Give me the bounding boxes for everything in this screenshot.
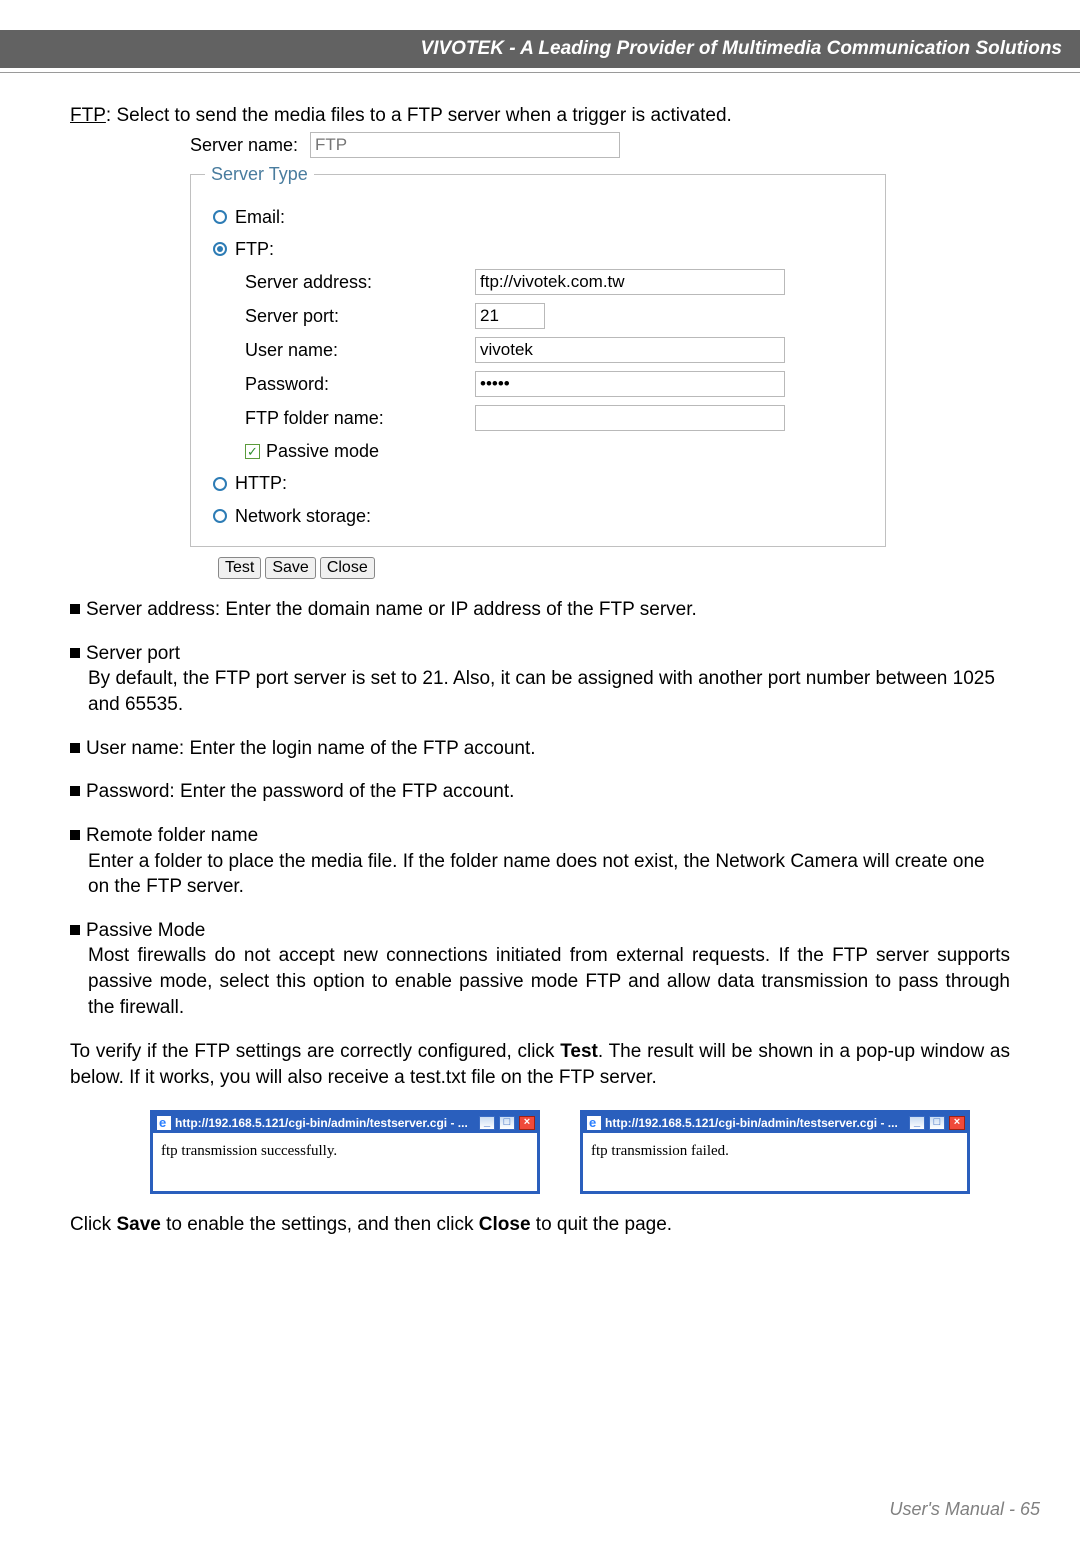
closing-paragraph: Click Save to enable the settings, and t… <box>70 1212 1010 1238</box>
radio-http[interactable] <box>213 477 227 491</box>
ie-favicon-icon <box>157 1116 171 1130</box>
user-name-label: User name: <box>245 338 475 362</box>
bullet-remote-folder: Remote folder name Enter a folder to pla… <box>70 823 1010 900</box>
radio-ftp[interactable] <box>213 242 227 256</box>
bullet-passive-body: Most firewalls do not accept new connect… <box>88 943 1010 1020</box>
radio-http-row[interactable]: HTTP: <box>213 471 875 495</box>
close-icon[interactable]: × <box>949 1116 965 1130</box>
popup-success-titlebar: http://192.168.5.121/cgi-bin/admin/tests… <box>153 1113 537 1133</box>
close-icon[interactable]: × <box>519 1116 535 1130</box>
server-type-fieldset: Server Type Email: FTP: Server address: <box>190 162 886 547</box>
save-button[interactable]: Save <box>265 557 315 579</box>
test-button[interactable]: Test <box>218 557 261 579</box>
bullet-icon <box>70 786 80 796</box>
radio-email-row[interactable]: Email: <box>213 205 875 229</box>
radio-http-label: HTTP: <box>235 471 287 495</box>
radio-netstorage[interactable] <box>213 509 227 523</box>
closing-pre: Click <box>70 1214 116 1235</box>
ftp-intro-text: : Select to send the media files to a FT… <box>106 105 732 126</box>
ftp-folder-label: FTP folder name: <box>245 406 475 430</box>
radio-email-label: Email: <box>235 205 285 229</box>
popup-failed: http://192.168.5.121/cgi-bin/admin/tests… <box>580 1110 970 1194</box>
bullet-server-address-text: Server address: Enter the domain name or… <box>86 599 697 620</box>
closing-save-bold: Save <box>116 1214 160 1235</box>
passive-mode-label: Passive mode <box>266 439 379 463</box>
header-rule <box>0 72 1080 73</box>
popup-failed-body: ftp transmission failed. <box>583 1133 967 1191</box>
bullet-icon <box>70 830 80 840</box>
ie-favicon-icon <box>587 1116 601 1130</box>
passive-mode-checkbox[interactable] <box>245 444 260 459</box>
bullet-remote-folder-head: Remote folder name <box>86 825 258 846</box>
bullet-icon <box>70 648 80 658</box>
ftp-folder-input[interactable] <box>475 405 785 431</box>
bullet-icon <box>70 604 80 614</box>
closing-close-bold: Close <box>479 1214 531 1235</box>
ftp-intro: FTP: Select to send the media files to a… <box>70 103 1010 129</box>
radio-netstorage-label: Network storage: <box>235 504 371 528</box>
footer-label: User's Manual - <box>889 1499 1019 1519</box>
popup-failed-title: http://192.168.5.121/cgi-bin/admin/tests… <box>605 1115 905 1131</box>
footer-page-number: 65 <box>1020 1499 1040 1519</box>
server-address-label: Server address: <box>245 270 475 294</box>
radio-ftp-label: FTP: <box>235 237 274 261</box>
maximize-icon[interactable]: □ <box>929 1116 945 1130</box>
password-label: Password: <box>245 372 475 396</box>
bullet-user-name: User name: Enter the login name of the F… <box>70 736 1010 762</box>
bullet-passive-mode: Passive Mode Most firewalls do not accep… <box>70 918 1010 1021</box>
popup-success-body: ftp transmission successfully. <box>153 1133 537 1191</box>
bullet-password-text: Password: Enter the password of the FTP … <box>86 781 514 802</box>
minimize-icon[interactable]: _ <box>479 1116 495 1130</box>
page-footer: User's Manual - 65 <box>889 1497 1040 1521</box>
bullet-remote-folder-body: Enter a folder to place the media file. … <box>88 849 1010 900</box>
minimize-icon[interactable]: _ <box>909 1116 925 1130</box>
popup-success: http://192.168.5.121/cgi-bin/admin/tests… <box>150 1110 540 1194</box>
page-header: VIVOTEK - A Leading Provider of Multimed… <box>0 30 1080 68</box>
server-name-label: Server name: <box>190 133 310 157</box>
closing-post: to quit the page. <box>531 1214 673 1235</box>
server-type-legend: Server Type <box>205 162 314 186</box>
user-name-input[interactable] <box>475 337 785 363</box>
bullet-passive-head: Passive Mode <box>86 920 205 941</box>
radio-email[interactable] <box>213 210 227 224</box>
bullet-server-port: Server port By default, the FTP port ser… <box>70 641 1010 718</box>
bullet-user-name-text: User name: Enter the login name of the F… <box>86 738 536 759</box>
server-address-input[interactable] <box>475 269 785 295</box>
bullet-server-port-body: By default, the FTP port server is set t… <box>88 666 1010 717</box>
radio-ftp-row[interactable]: FTP: <box>213 237 875 261</box>
server-name-input[interactable] <box>310 132 620 158</box>
password-input[interactable] <box>475 371 785 397</box>
verify-paragraph: To verify if the FTP settings are correc… <box>70 1039 1010 1090</box>
bullet-password: Password: Enter the password of the FTP … <box>70 779 1010 805</box>
popup-failed-titlebar: http://192.168.5.121/cgi-bin/admin/tests… <box>583 1113 967 1133</box>
maximize-icon[interactable]: □ <box>499 1116 515 1130</box>
verify-pre: To verify if the FTP settings are correc… <box>70 1041 560 1062</box>
verify-test-bold: Test <box>560 1041 598 1062</box>
closing-mid: to enable the settings, and then click <box>161 1214 479 1235</box>
popup-success-title: http://192.168.5.121/cgi-bin/admin/tests… <box>175 1115 475 1131</box>
ftp-term: FTP <box>70 105 106 126</box>
close-button[interactable]: Close <box>320 557 375 579</box>
bullet-server-address: Server address: Enter the domain name or… <box>70 597 1010 623</box>
server-port-label: Server port: <box>245 304 475 328</box>
bullet-server-port-head: Server port <box>86 643 180 664</box>
bullet-icon <box>70 925 80 935</box>
server-port-input[interactable] <box>475 303 545 329</box>
bullet-icon <box>70 743 80 753</box>
radio-netstorage-row[interactable]: Network storage: <box>213 504 875 528</box>
